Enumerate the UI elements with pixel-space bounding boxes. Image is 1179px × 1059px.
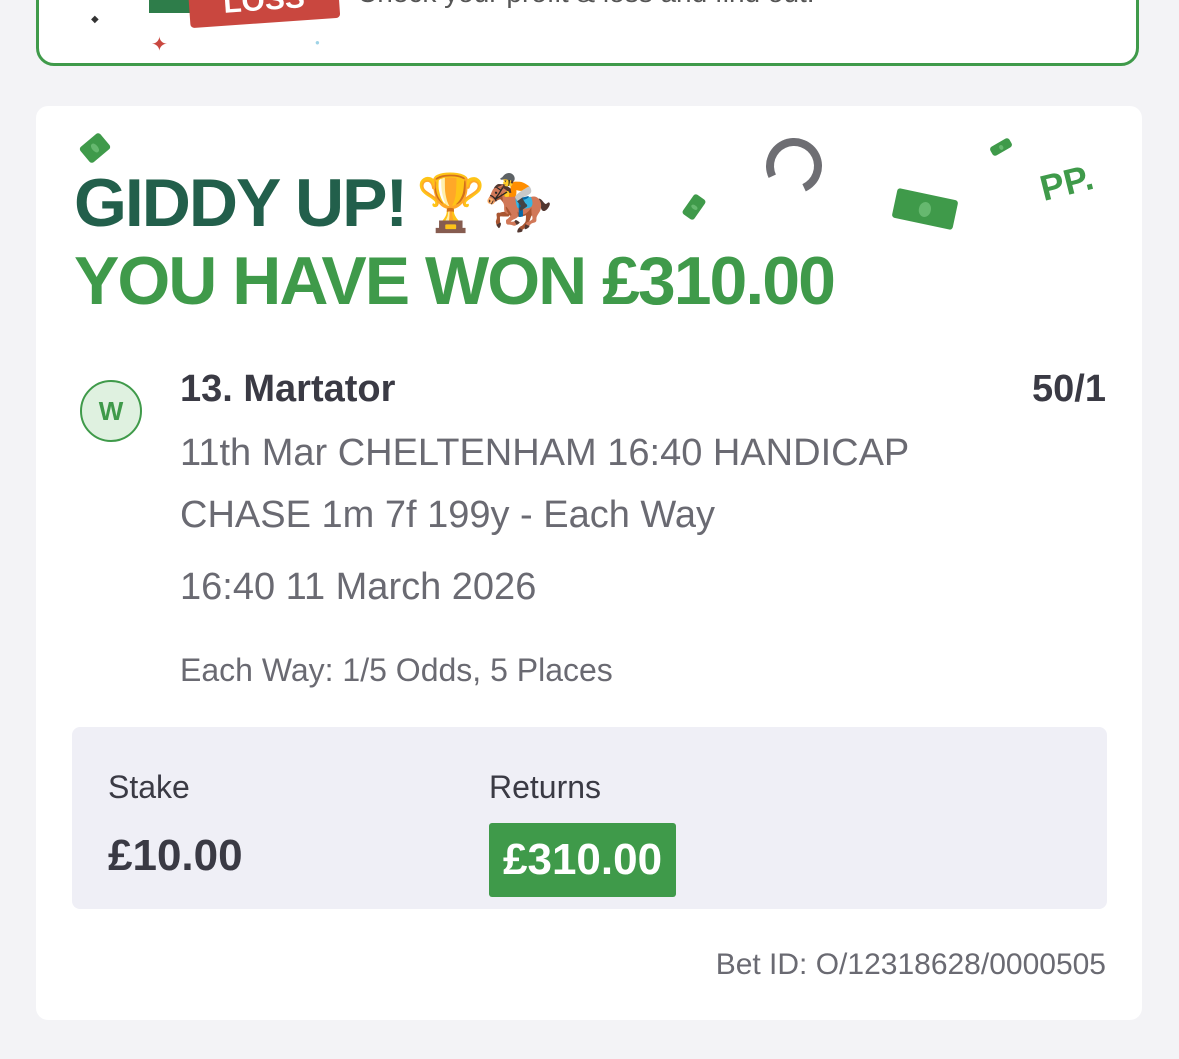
promo-loss-badge: LOSS [187, 0, 341, 29]
each-way-terms: Each Way: 1/5 Odds, 5 Places [180, 652, 613, 688]
odds-value: 50/1 [1032, 368, 1106, 410]
profit-loss-promo-card[interactable]: LOSS ◆ ✦ ● Check your profit & loss and … [36, 0, 1139, 66]
sparkle-icon: ◆ [91, 14, 99, 25]
headline-giddy-up: GIDDY UP! 🏆🏇 [74, 164, 554, 242]
cash-icon [681, 193, 707, 221]
cash-icon [988, 137, 1014, 157]
trophy-horse-icon: 🏆🏇 [416, 171, 553, 234]
win-amount-headline: YOU HAVE WON £310.00 [74, 243, 836, 319]
returns-label: Returns [489, 769, 602, 805]
promo-text: Check your profit & loss and find out. [357, 0, 815, 9]
sparkle-icon: ✦ [151, 34, 168, 56]
settled-bet-card: PP. GIDDY UP! 🏆🏇 YOU HAVE WON £310.00 W … [36, 106, 1142, 1020]
brand-logo: PP. [1035, 156, 1098, 209]
sparkle-icon: ● [315, 38, 320, 47]
headline-text: GIDDY UP! [74, 165, 408, 241]
stake-returns-panel: Stake £10.00 Returns £310.00 [72, 727, 1107, 909]
returns-value: £310.00 [489, 823, 677, 897]
runner-name: 13. Martator [180, 368, 396, 410]
horseshoe-icon [758, 130, 830, 202]
bet-id: Bet ID: O/12318628/0000505 [715, 948, 1106, 981]
cash-icon [891, 187, 959, 231]
event-time: 16:40 11 March 2026 [180, 566, 537, 608]
market-description: 11th Mar CHELTENHAM 16:40 HANDICAP CHASE… [180, 432, 909, 536]
stake-value: £10.00 [108, 831, 243, 880]
cash-icon [78, 131, 112, 165]
win-result-badge: W [80, 380, 142, 442]
stake-label: Stake [108, 769, 190, 805]
